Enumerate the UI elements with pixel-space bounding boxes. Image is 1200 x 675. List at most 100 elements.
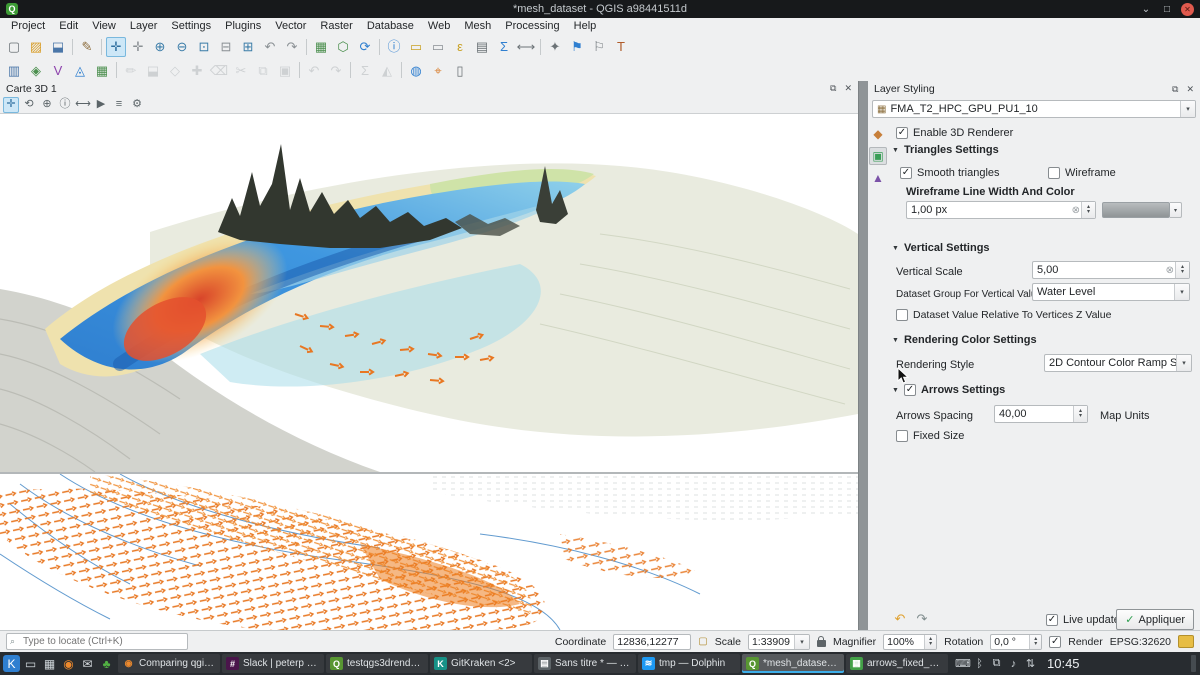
mesh-calculator-button[interactable]: Σ <box>355 60 375 80</box>
leaf-launcher-icon[interactable]: ♣ <box>98 655 115 672</box>
network-icon[interactable]: ⇅ <box>1023 657 1038 670</box>
select-features-button[interactable]: ▭ <box>406 37 426 57</box>
undo-button[interactable]: ↶ <box>304 60 324 80</box>
arrows-spacing-spinner[interactable]: ▴ ▾ <box>1073 406 1087 422</box>
paste-features-button[interactable]: ▣ <box>275 60 295 80</box>
text-annotation-button[interactable]: T <box>611 37 631 57</box>
wireframe-color-dropdown[interactable]: ▾ <box>1170 202 1182 218</box>
project-save-button[interactable]: ⬓ <box>48 37 68 57</box>
separator[interactable] <box>348 60 353 80</box>
task-gitkraken[interactable]: K GitKraken <2> <box>430 654 532 673</box>
separator[interactable] <box>377 37 382 57</box>
measure-button[interactable]: ⟷ <box>516 37 536 57</box>
project-open-button[interactable]: ▨ <box>26 37 46 57</box>
wireframe-checkbox[interactable]: ✓ <box>1048 167 1060 179</box>
save-edits-button[interactable]: ⬓ <box>143 60 163 80</box>
enable-3d-renderer-checkbox[interactable]: ✓ <box>896 127 908 139</box>
task-kate[interactable]: ▤ Sans titre * — … <box>534 654 636 673</box>
menu-item[interactable]: Settings <box>164 20 218 32</box>
locate-input[interactable] <box>6 633 188 650</box>
arrows-settings-header[interactable]: ▼ ✓ Arrows Settings <box>892 383 1005 397</box>
metasearch-button[interactable]: ◍ <box>406 60 426 80</box>
separator[interactable] <box>70 37 75 57</box>
menu-item[interactable]: View <box>85 20 123 32</box>
dataset-group-combo[interactable]: Water Level ▾ <box>1032 283 1190 301</box>
data-source-manager-button[interactable]: ▥ <box>4 60 24 80</box>
new-layer-button[interactable]: ◈ <box>26 60 46 80</box>
fixed-size-checkbox[interactable]: ✓ <box>896 430 908 442</box>
extent-icon[interactable]: ▢ <box>698 636 707 647</box>
show-desktop-icon[interactable]: ▭ <box>22 655 39 672</box>
new-shapefile-button[interactable]: V <box>48 60 68 80</box>
task-dolphin[interactable]: ≋ tmp — Dolphin <box>638 654 740 673</box>
zoom-to-selection-button[interactable]: ⊟ <box>216 37 236 57</box>
live-update-checkbox[interactable]: ✓ <box>1046 614 1058 626</box>
menu-item[interactable]: Processing <box>498 20 566 32</box>
panel-edit-handle[interactable] <box>1191 655 1196 672</box>
toggle-panel-button[interactable]: ▯ <box>450 60 470 80</box>
tab-elevation[interactable]: ▲ <box>869 169 887 187</box>
menu-item[interactable]: Help <box>567 20 604 32</box>
lock-scale-icon[interactable] <box>817 640 826 647</box>
zoom-last-button[interactable]: ↶ <box>260 37 280 57</box>
smooth-triangles-checkbox[interactable]: ✓ <box>900 167 912 179</box>
toggle-editing-button[interactable]: ✏ <box>121 60 141 80</box>
volume-icon[interactable]: ♪ <box>1006 658 1021 670</box>
rendering-style-combo[interactable]: 2D Contour Color Ramp Shader ▾ <box>1044 354 1192 372</box>
style-manager-button[interactable]: ✎ <box>77 37 97 57</box>
vertex-tool-button[interactable]: ✚ <box>187 60 207 80</box>
menu-item[interactable]: Raster <box>313 20 359 32</box>
clipboard-icon[interactable]: ⧉ <box>989 657 1004 670</box>
camera-rotate-tool[interactable]: ⟲ <box>21 97 37 113</box>
spin-down-icon[interactable]: ▾ <box>1181 270 1184 275</box>
pan-to-selection-button[interactable]: ✛ <box>128 37 148 57</box>
magnifier-input[interactable]: 100% ▴ ▾ <box>883 634 937 650</box>
triangles-settings-header[interactable]: ▼ Triangles Settings <box>892 143 999 157</box>
identify-3d-tool[interactable]: ⓘ <box>57 97 73 113</box>
zoom-next-button[interactable]: ↷ <box>282 37 302 57</box>
maximize-button[interactable]: □ <box>1160 2 1174 16</box>
rendering-color-settings-header[interactable]: ▼ Rendering Color Settings <box>892 333 1037 347</box>
dock-close-icon[interactable]: ✕ <box>1186 84 1194 95</box>
add-mesh-layer-button[interactable]: ◬ <box>70 60 90 80</box>
menu-item[interactable]: Mesh <box>457 20 498 32</box>
zoom-in-3d-tool[interactable]: ⊕ <box>39 97 55 113</box>
menu-item[interactable]: Project <box>4 20 52 32</box>
menu-item[interactable]: Edit <box>52 20 85 32</box>
task-firefox[interactable]: ◉ Comparing qgi… <box>118 654 220 673</box>
open-attribute-table-button[interactable]: ▤ <box>472 37 492 57</box>
tab-symbology[interactable]: ◆ <box>869 125 887 143</box>
cut-features-button[interactable]: ✂ <box>231 60 251 80</box>
scale-combo[interactable]: 1:33909 ▾ <box>748 634 810 650</box>
pager-icon[interactable]: ▦ <box>41 655 58 672</box>
rotation-input[interactable]: 0,0 ° ▴ ▾ <box>990 634 1042 650</box>
separator[interactable] <box>297 60 302 80</box>
menu-item[interactable]: Web <box>421 20 457 32</box>
new-map-view-button[interactable]: ▦ <box>311 37 331 57</box>
menu-item[interactable]: Plugins <box>218 20 268 32</box>
separator[interactable] <box>99 37 104 57</box>
spin-down-icon[interactable]: ▾ <box>1079 414 1082 419</box>
apply-button[interactable]: ✓ Appliquer <box>1116 609 1194 630</box>
spin-down-icon[interactable]: ▾ <box>1034 642 1037 647</box>
spin-down-icon[interactable]: ▾ <box>929 642 932 647</box>
task-slack[interactable]: # Slack | peterp … <box>222 654 324 673</box>
refresh-map-button[interactable]: ⟳ <box>355 37 375 57</box>
pan-map-button[interactable]: ✛ <box>106 37 126 57</box>
relative-z-checkbox[interactable]: ✓ <box>896 309 908 321</box>
separator[interactable] <box>399 60 404 80</box>
clock[interactable]: 10:45 <box>1047 656 1080 671</box>
separator[interactable] <box>538 37 543 57</box>
bluetooth-icon[interactable]: ᛒ <box>972 658 987 670</box>
spin-down-icon[interactable]: ▾ <box>1087 210 1090 215</box>
vertical-scale-spinner[interactable]: ▴ ▾ <box>1175 262 1189 278</box>
add-feature-button[interactable]: ◇ <box>165 60 185 80</box>
task-qgis-mesh[interactable]: Q *mesh_datase… <box>742 654 844 673</box>
input-method-icon[interactable]: ⌨ <box>955 657 970 670</box>
menu-item[interactable]: Vector <box>268 20 313 32</box>
redo-button[interactable]: ↷ <box>326 60 346 80</box>
firefox-launcher-icon[interactable]: ◉ <box>60 655 77 672</box>
tab-3d-view[interactable]: ▣ <box>869 147 887 165</box>
identify-features-button[interactable]: ⓘ <box>384 37 404 57</box>
new-3d-map-view-button[interactable]: ⬡ <box>333 37 353 57</box>
